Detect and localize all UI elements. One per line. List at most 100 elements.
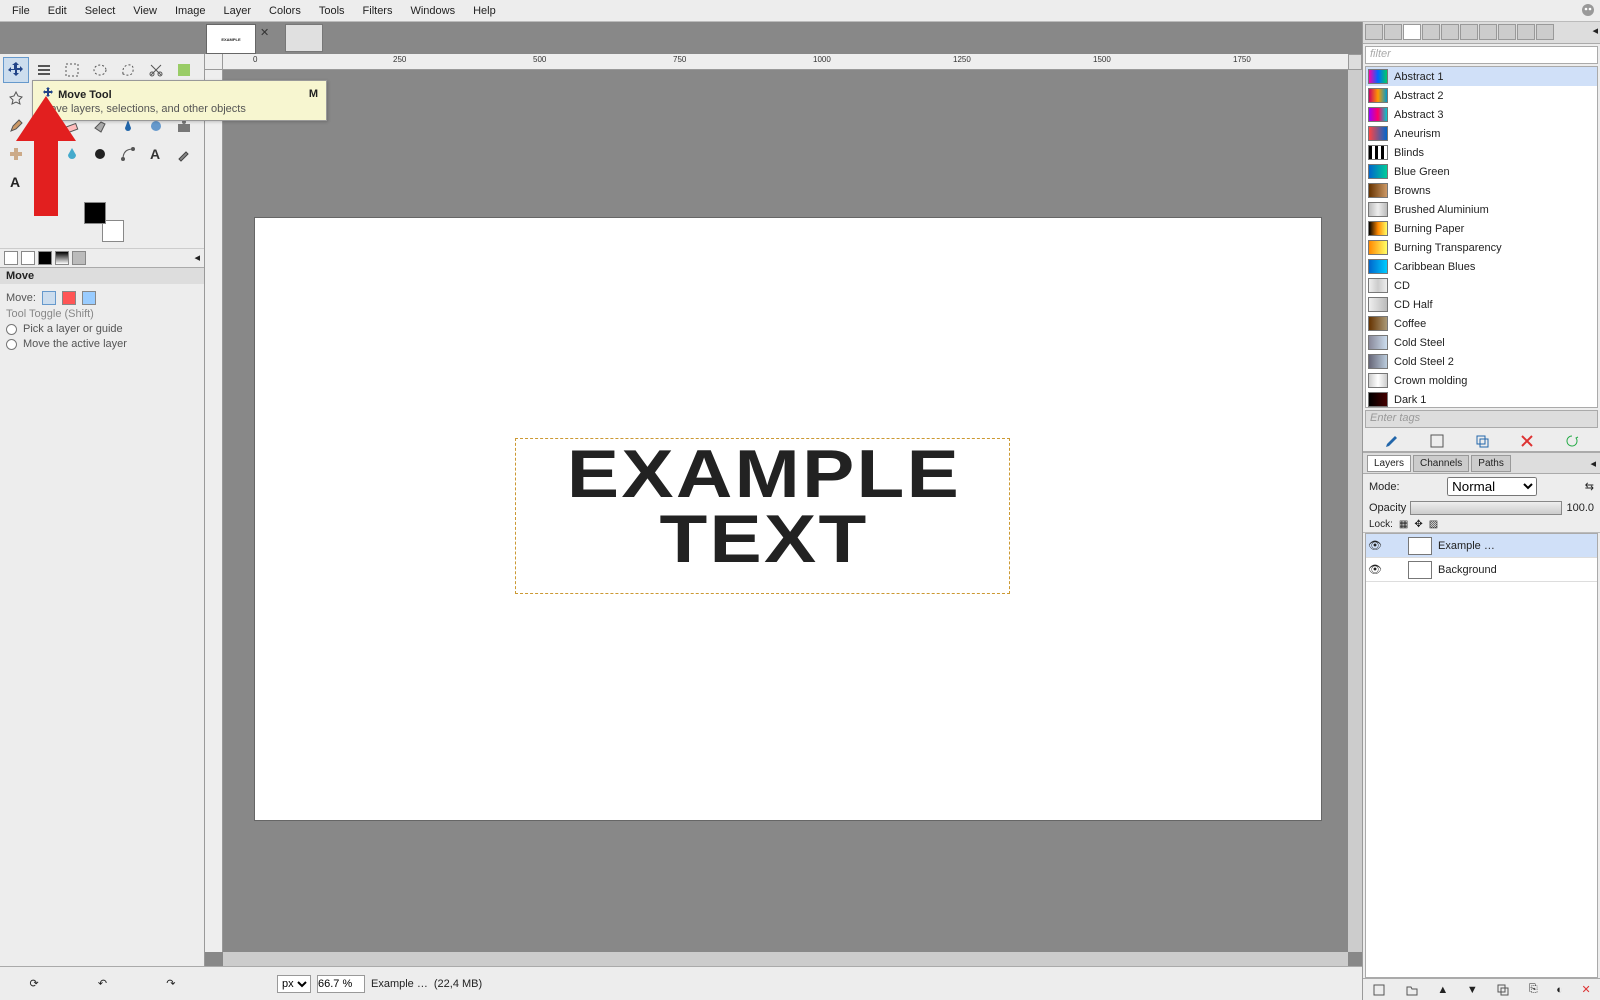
unit-select[interactable]: px	[277, 975, 311, 993]
dock-tab-gradients-icon[interactable]	[1403, 24, 1421, 40]
gradient-item[interactable]: Brushed Aluminium	[1366, 200, 1597, 219]
gradient-item[interactable]: Blue Green	[1366, 162, 1597, 181]
path-tool[interactable]	[115, 141, 141, 167]
lock-position-icon[interactable]: ✥	[1414, 519, 1422, 530]
gradient-item[interactable]: Burning Transparency	[1366, 238, 1597, 257]
close-image-tab-icon[interactable]: ✕	[260, 26, 274, 40]
move-tool[interactable]	[3, 57, 29, 83]
lock-pixels-icon[interactable]: ▦	[1399, 519, 1408, 530]
color-swatches[interactable]	[84, 202, 124, 242]
tab-layers[interactable]: Layers	[1367, 455, 1411, 472]
save-tool-options-icon[interactable]: ↶	[98, 977, 107, 990]
new-gradient-icon[interactable]	[1429, 433, 1445, 449]
menu-colors[interactable]: Colors	[261, 3, 309, 19]
tab-paths[interactable]: Paths	[1471, 455, 1511, 472]
scrollbar-horizontal[interactable]	[223, 952, 1348, 966]
color-picker-tool[interactable]	[171, 141, 197, 167]
move-mode-layer-icon[interactable]	[42, 291, 56, 305]
gradient-filter-input[interactable]: filter	[1365, 46, 1598, 64]
move-mode-selection-icon[interactable]	[62, 291, 76, 305]
gradient-item[interactable]: Dark 1	[1366, 390, 1597, 408]
new-layer-icon[interactable]	[1372, 983, 1386, 997]
layer-name[interactable]: Background	[1438, 564, 1497, 576]
menu-layer[interactable]: Layer	[216, 3, 260, 19]
delete-tool-options-icon[interactable]: ↷	[166, 977, 175, 990]
dock-tab-e-icon[interactable]	[1517, 24, 1535, 40]
zoom-input[interactable]	[317, 975, 365, 993]
duplicate-layer-icon[interactable]	[1496, 983, 1510, 997]
menu-filters[interactable]: Filters	[355, 3, 401, 19]
layer-row[interactable]: 👁 Background	[1366, 558, 1597, 582]
gradient-item[interactable]: Abstract 2	[1366, 86, 1597, 105]
ruler-corner[interactable]	[205, 54, 223, 70]
viewport[interactable]: EXAMPLE TEXT	[223, 70, 1348, 952]
menu-file[interactable]: File	[4, 3, 38, 19]
visibility-toggle-icon[interactable]: 👁	[1366, 539, 1384, 552]
dock-tab-brushes-icon[interactable]	[1365, 24, 1383, 40]
gradient-indicator[interactable]	[38, 251, 52, 265]
canvas[interactable]: EXAMPLE TEXT	[255, 218, 1321, 820]
dock-menu-icon[interactable]: ◂	[1592, 24, 1598, 41]
ruler-horizontal[interactable]: 0 250 500 750 1000 1250 1500 1750	[223, 54, 1348, 70]
dock-tab-d-icon[interactable]	[1498, 24, 1516, 40]
dock-tab-f-icon[interactable]	[1536, 24, 1554, 40]
dock-tab-b-icon[interactable]	[1460, 24, 1478, 40]
gradient-item[interactable]: Aneurism	[1366, 124, 1597, 143]
tool-options-menu-icon[interactable]: ◂	[194, 251, 200, 265]
gradient-item[interactable]: Abstract 3	[1366, 105, 1597, 124]
font-indicator[interactable]	[55, 251, 69, 265]
edit-gradient-icon[interactable]	[1384, 433, 1400, 449]
quickmask-toggle[interactable]	[1348, 54, 1362, 70]
menu-tools[interactable]: Tools	[311, 3, 353, 19]
dock-tab-patterns-icon[interactable]	[1384, 24, 1402, 40]
dodge-tool[interactable]	[87, 141, 113, 167]
image-tab-2[interactable]	[285, 24, 323, 52]
delete-gradient-icon[interactable]	[1519, 433, 1535, 449]
image-tab-1[interactable]: EXAMPLE	[206, 24, 256, 54]
ruler-vertical[interactable]	[205, 70, 223, 952]
reset-tool-options-icon[interactable]: ⟳	[30, 977, 39, 990]
menu-windows[interactable]: Windows	[402, 3, 463, 19]
gradient-item[interactable]: Cold Steel 2	[1366, 352, 1597, 371]
opacity-slider[interactable]	[1410, 501, 1562, 515]
gradient-list[interactable]: Abstract 1Abstract 2Abstract 3AneurismBl…	[1365, 66, 1598, 408]
radio-pick-layer[interactable]	[6, 324, 17, 335]
pattern-indicator[interactable]	[21, 251, 35, 265]
text-tool[interactable]: A	[143, 141, 169, 167]
layer-row[interactable]: 👁 Example …	[1366, 534, 1597, 558]
new-group-icon[interactable]	[1405, 983, 1419, 997]
menu-view[interactable]: View	[125, 3, 165, 19]
mask-icon[interactable]: ◐	[1556, 984, 1563, 996]
gradient-item[interactable]: CD	[1366, 276, 1597, 295]
radio-move-active[interactable]	[6, 339, 17, 350]
tab-channels[interactable]: Channels	[1413, 455, 1469, 472]
gradient-item[interactable]: Cold Steel	[1366, 333, 1597, 352]
gradient-item[interactable]: CD Half	[1366, 295, 1597, 314]
gradient-item[interactable]: Browns	[1366, 181, 1597, 200]
mode-switch-icon[interactable]: ⇆	[1585, 480, 1594, 493]
gradient-item[interactable]: Abstract 1	[1366, 67, 1597, 86]
dock-tab-c-icon[interactable]	[1479, 24, 1497, 40]
move-mode-path-icon[interactable]	[82, 291, 96, 305]
gradient-item[interactable]: Caribbean Blues	[1366, 257, 1597, 276]
gradient-item[interactable]: Blinds	[1366, 143, 1597, 162]
menu-help[interactable]: Help	[465, 3, 504, 19]
dock-tab-history-icon[interactable]	[1441, 24, 1459, 40]
raise-layer-icon[interactable]: ▲	[1437, 984, 1448, 996]
lower-layer-icon[interactable]: ▼	[1467, 984, 1478, 996]
brush-indicator[interactable]	[4, 251, 18, 265]
merge-down-icon[interactable]: ⎘	[1529, 983, 1538, 996]
visibility-toggle-icon[interactable]: 👁	[1366, 563, 1384, 576]
refresh-gradient-icon[interactable]	[1564, 433, 1580, 449]
tag-input[interactable]: Enter tags	[1365, 410, 1598, 428]
layers-list[interactable]: 👁 Example … 👁 Background	[1365, 533, 1598, 978]
delete-layer-icon[interactable]: ✕	[1581, 983, 1590, 996]
layer-name[interactable]: Example …	[1438, 540, 1495, 552]
menu-image[interactable]: Image	[167, 3, 214, 19]
duplicate-gradient-icon[interactable]	[1474, 433, 1490, 449]
lock-alpha-icon[interactable]: ▨	[1429, 519, 1438, 530]
scrollbar-vertical[interactable]	[1348, 70, 1362, 952]
fg-color[interactable]	[84, 202, 106, 224]
gradient-item[interactable]: Coffee	[1366, 314, 1597, 333]
dock-tab-fonts-icon[interactable]	[1422, 24, 1440, 40]
